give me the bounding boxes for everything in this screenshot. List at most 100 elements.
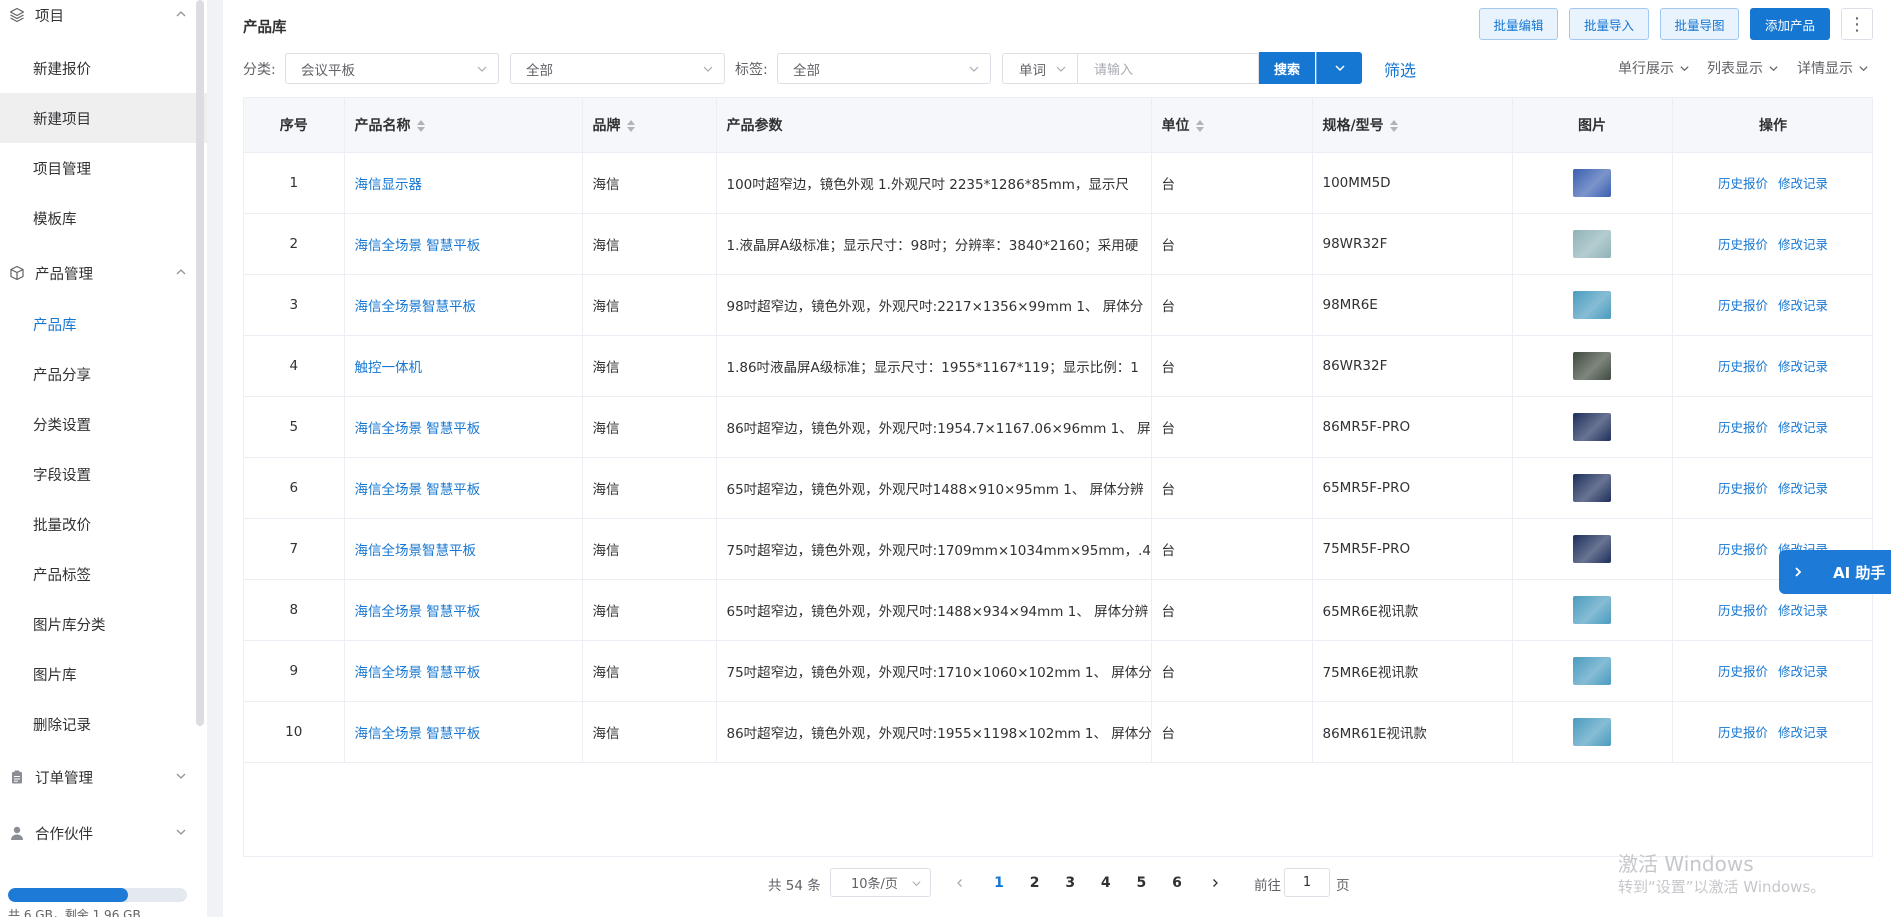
change-log-link[interactable]: 修改记录: [1778, 725, 1828, 740]
change-log-link[interactable]: 修改记录: [1778, 359, 1828, 374]
sidebar-item[interactable]: 产品标签: [0, 549, 207, 599]
product-thumbnail[interactable]: [1573, 473, 1611, 502]
sidebar-group-partners[interactable]: 合作伙伴: [0, 818, 196, 848]
history-quote-link[interactable]: 历史报价: [1718, 359, 1768, 374]
sidebar-item[interactable]: 产品库: [0, 299, 207, 349]
tag-select-value: 全部: [793, 62, 820, 79]
sidebar-group-project[interactable]: 项目: [0, 0, 196, 30]
sidebar-item[interactable]: 图片库分类: [0, 599, 207, 649]
history-quote-link[interactable]: 历史报价: [1718, 664, 1768, 679]
next-page-button[interactable]: [1203, 868, 1227, 897]
clipboard-icon: [8, 768, 26, 786]
sidebar-item[interactable]: 新建项目: [0, 93, 207, 143]
product-name-link[interactable]: 触控一体机: [344, 335, 583, 397]
bulk-export-images-button[interactable]: 批量导图: [1660, 8, 1739, 40]
page-number-button[interactable]: 6: [1162, 868, 1192, 897]
goto-page-input[interactable]: 1: [1284, 868, 1330, 897]
sidebar-item[interactable]: 产品分享: [0, 349, 207, 399]
list-view-dropdown[interactable]: 列表显示: [1707, 58, 1779, 78]
sidebar-group-orders[interactable]: 订单管理: [0, 762, 196, 792]
product-thumbnail[interactable]: [1573, 717, 1611, 746]
change-log-link[interactable]: 修改记录: [1778, 176, 1828, 191]
history-quote-link[interactable]: 历史报价: [1718, 725, 1768, 740]
sidebar-item[interactable]: 项目管理: [0, 143, 207, 193]
product-name-link[interactable]: 海信全场景 智慧平板: [344, 640, 583, 702]
single-row-view-dropdown[interactable]: 单行展示: [1618, 58, 1690, 78]
product-thumbnail[interactable]: [1573, 595, 1611, 624]
search-options-button[interactable]: [1316, 52, 1362, 84]
sort-icon[interactable]: [1389, 119, 1398, 132]
ai-assistant-tab[interactable]: AI 助手: [1779, 550, 1891, 594]
category-select[interactable]: 会议平板: [285, 53, 499, 84]
product-name-link[interactable]: 海信全场景 智慧平板: [344, 213, 583, 275]
filter-link[interactable]: 筛选: [1384, 57, 1416, 81]
sidebar-scrollbar[interactable]: [196, 0, 204, 726]
sidebar-item[interactable]: 删除记录: [0, 699, 207, 749]
product-name-link[interactable]: 海信全场景 智慧平板: [344, 701, 583, 763]
product-thumbnail[interactable]: [1573, 656, 1611, 685]
column-header-brand[interactable]: 品牌: [582, 98, 717, 153]
product-name-link[interactable]: 海信显示器: [344, 152, 583, 214]
product-thumbnail[interactable]: [1573, 229, 1611, 258]
product-name-link[interactable]: 海信全场景 智慧平板: [344, 579, 583, 641]
change-log-link[interactable]: 修改记录: [1778, 664, 1828, 679]
history-quote-link[interactable]: 历史报价: [1718, 176, 1768, 191]
view-option-label: 详情显示: [1797, 61, 1853, 77]
sub-category-select[interactable]: 全部: [510, 53, 725, 84]
change-log-link[interactable]: 修改记录: [1778, 603, 1828, 618]
column-header-unit[interactable]: 单位: [1151, 98, 1313, 153]
bulk-import-button[interactable]: 批量导入: [1569, 8, 1649, 40]
sidebar-item[interactable]: 分类设置: [0, 399, 207, 449]
chevron-left-icon: [957, 878, 962, 887]
sidebar-item[interactable]: 新建报价: [0, 43, 207, 93]
column-header-name[interactable]: 产品名称: [344, 98, 583, 153]
history-quote-link[interactable]: 历史报价: [1718, 298, 1768, 313]
product-thumbnail[interactable]: [1573, 351, 1611, 380]
bulk-edit-button[interactable]: 批量编辑: [1479, 8, 1558, 40]
search-mode-select[interactable]: 单词: [1002, 53, 1078, 84]
change-log-link[interactable]: 修改记录: [1778, 298, 1828, 313]
history-quote-link[interactable]: 历史报价: [1718, 237, 1768, 252]
product-name-link[interactable]: 海信全场景 智慧平板: [344, 396, 583, 458]
history-quote-link[interactable]: 历史报价: [1718, 603, 1768, 618]
sidebar-item[interactable]: 模板库: [0, 193, 207, 243]
sidebar-group-label: 合作伙伴: [35, 826, 93, 843]
sort-icon[interactable]: [416, 119, 425, 132]
page-number-button[interactable]: 4: [1091, 868, 1121, 897]
cell-actions: 历史报价修改记录: [1672, 701, 1872, 763]
change-log-link[interactable]: 修改记录: [1778, 481, 1828, 496]
prev-page-button[interactable]: [948, 868, 972, 897]
sidebar-group-product-mgmt[interactable]: 产品管理: [0, 258, 196, 288]
history-quote-link[interactable]: 历史报价: [1718, 420, 1768, 435]
sidebar-item[interactable]: 批量改价: [0, 499, 207, 549]
search-button[interactable]: 搜索: [1259, 52, 1315, 84]
cell-model: 98WR32F: [1312, 213, 1513, 275]
page-number-button[interactable]: 5: [1126, 868, 1156, 897]
search-input[interactable]: 请输入: [1078, 53, 1259, 84]
sort-icon[interactable]: [1195, 119, 1204, 132]
change-log-link[interactable]: 修改记录: [1778, 420, 1828, 435]
add-product-button[interactable]: 添加产品: [1750, 8, 1830, 40]
tag-select[interactable]: 全部: [777, 53, 991, 84]
product-name-link[interactable]: 海信全场景智慧平板: [344, 518, 583, 580]
product-name-link[interactable]: 海信全场景 智慧平板: [344, 457, 583, 519]
page-number-button[interactable]: 3: [1055, 868, 1085, 897]
product-thumbnail[interactable]: [1573, 290, 1611, 319]
history-quote-link[interactable]: 历史报价: [1718, 542, 1768, 557]
product-thumbnail[interactable]: [1573, 168, 1611, 197]
sort-icon[interactable]: [626, 119, 635, 132]
detail-view-dropdown[interactable]: 详情显示: [1797, 58, 1869, 78]
sidebar-item[interactable]: 字段设置: [0, 449, 207, 499]
sidebar-item[interactable]: 图片库: [0, 649, 207, 699]
page-size-select[interactable]: 10条/页: [830, 868, 931, 897]
column-header-model[interactable]: 规格/型号: [1312, 98, 1513, 153]
product-thumbnail[interactable]: [1573, 534, 1611, 563]
page-number-button[interactable]: 2: [1020, 868, 1050, 897]
change-log-link[interactable]: 修改记录: [1778, 237, 1828, 252]
product-thumbnail[interactable]: [1573, 412, 1611, 441]
view-option-label: 单行展示: [1618, 61, 1674, 77]
product-name-link[interactable]: 海信全场景智慧平板: [344, 274, 583, 336]
history-quote-link[interactable]: 历史报价: [1718, 481, 1768, 496]
more-options-button[interactable]: ⋮: [1841, 8, 1873, 40]
page-number-button[interactable]: 1: [984, 868, 1014, 897]
